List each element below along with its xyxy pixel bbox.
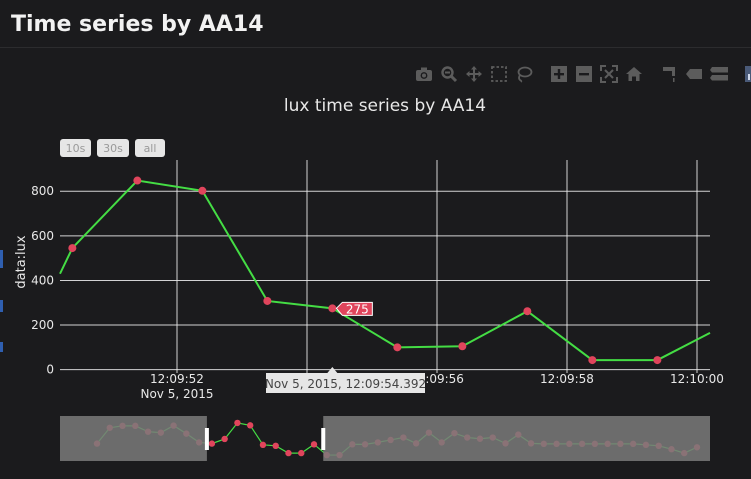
x-tick-label: 12:10:00 (670, 372, 724, 386)
range-button-label: 30s (103, 142, 123, 155)
range-slider-mask-right (323, 416, 710, 461)
range-slider-mask-left (60, 416, 207, 461)
series-line (59, 179, 711, 362)
hover-value-label: 275 (335, 301, 373, 316)
data-point (458, 342, 467, 351)
range-button-label: all (144, 142, 157, 155)
data-point (198, 186, 207, 195)
range-button-10s[interactable]: 10s (60, 139, 91, 157)
data-point (263, 296, 272, 305)
data-point (328, 304, 337, 313)
y-tick-label: 400 (31, 273, 54, 287)
range-slider-point (285, 449, 292, 457)
hover-x-text: Nov 5, 2015, 12:09:54.392 (265, 377, 426, 391)
y-tick-label: 200 (31, 318, 54, 332)
range-button-label: 10s (66, 142, 86, 155)
range-slider-point (246, 422, 254, 429)
range-slider-point (310, 441, 318, 448)
range-slider-point (298, 449, 305, 457)
range-slider-point (234, 419, 241, 427)
range-slider-handle-left[interactable] (204, 428, 209, 450)
range-slider[interactable] (60, 416, 710, 461)
data-point (588, 356, 597, 365)
hover-x-label: Nov 5, 2015, 12:09:54.392 (265, 367, 426, 393)
x-tick-sublabel: Nov 5, 2015 (140, 387, 213, 401)
y-tick-label: 0 (46, 363, 54, 377)
chart-title: lux time series by AA14 (284, 96, 486, 116)
x-tick-label: 12:09:52 (150, 372, 204, 386)
data-point (523, 307, 532, 316)
range-slider-point (221, 435, 228, 443)
data-point (393, 343, 402, 352)
y-axis-title: data:lux (14, 235, 29, 289)
range-slider-handle-right[interactable] (321, 428, 326, 450)
data-point (68, 244, 77, 253)
chart-axes: 020040060080012:09:52Nov 5, 201512:09:54… (31, 184, 724, 401)
data-point (653, 356, 662, 365)
range-slider-point (272, 442, 279, 450)
chart-series (59, 176, 711, 365)
y-tick-label: 800 (31, 184, 54, 198)
x-tick-label: 12:09:58 (540, 372, 594, 386)
y-tick-label: 600 (31, 229, 54, 243)
range-button-all[interactable]: all (135, 139, 165, 157)
range-slider-point (259, 441, 267, 449)
data-point (133, 176, 142, 185)
time-series-chart[interactable]: lux time series by AA14 10s 30s all 0 200… (0, 0, 751, 479)
range-slider-point (208, 440, 216, 447)
range-button-30s[interactable]: 30s (97, 139, 129, 157)
hover-value-text: 275 (346, 302, 369, 316)
